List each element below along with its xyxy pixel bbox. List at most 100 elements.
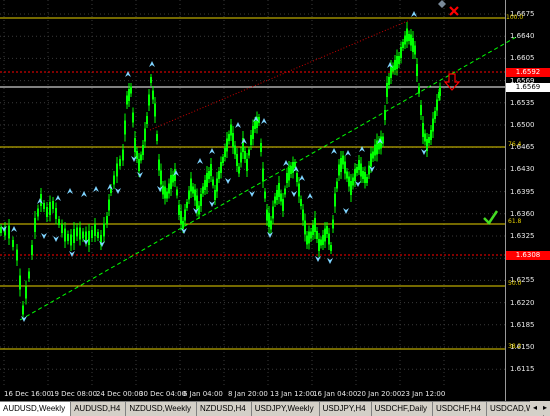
candle-body [282, 199, 284, 211]
candle-body [306, 235, 308, 245]
candle-body [414, 45, 416, 55]
candle-body [272, 206, 274, 219]
candle-body [138, 159, 140, 171]
candle-body [46, 207, 48, 217]
candle-body [410, 34, 412, 46]
candle-body [439, 87, 441, 96]
chart-tab[interactable]: USDCHF,H4 [433, 402, 487, 416]
chart-tab[interactable]: USDJPY,H4 [320, 402, 372, 416]
candle-body [158, 159, 160, 171]
chart-tab[interactable]: NZDUSD,H4 [197, 402, 252, 416]
candle-body [420, 105, 422, 115]
candle-body [132, 112, 134, 123]
tab-scroll-right-button[interactable]: ▸ [540, 401, 550, 415]
chart-tab[interactable]: AUDUSD,Weekly [0, 402, 72, 416]
fractal-down-icon [327, 258, 333, 264]
time-label: 24 Dec 00:00 [96, 390, 144, 398]
candle-body [260, 143, 262, 152]
candle-body [304, 220, 306, 235]
candle-body [206, 173, 208, 187]
fractal-up-icon [299, 175, 305, 181]
candle-body [302, 209, 304, 221]
candle-body [94, 224, 96, 236]
candle-body [168, 183, 170, 194]
candle-body [172, 174, 174, 183]
candle-body [232, 133, 234, 147]
chart-area[interactable]: 1.6675 1.6640 1.6605 1.6569 1.6535 1.6500 1.64… [0, 0, 550, 401]
time-label: 30 Dec 04:00 [139, 390, 187, 398]
candle-body [170, 175, 172, 189]
time-label: 23 Jan 12:00 [401, 390, 446, 398]
candle-body [55, 208, 57, 219]
chart-tab[interactable]: USDJPY,Weekly [252, 402, 320, 416]
candle-body [226, 138, 228, 152]
candle-body [384, 110, 386, 120]
chart-tab[interactable]: AUDUSD,H4 [71, 402, 127, 416]
candle-body [308, 231, 310, 244]
candle-body [280, 193, 282, 202]
chart-tab[interactable]: NZDUSD,Weekly [126, 402, 197, 416]
fractal-up-icon [11, 226, 17, 232]
candle-body [182, 221, 184, 229]
price-chart[interactable] [0, 0, 550, 401]
candle-body [310, 231, 312, 239]
chart-markers [438, 0, 499, 225]
candle-body [154, 103, 156, 117]
candle-body [288, 167, 290, 181]
candle-body [334, 193, 336, 207]
candle-body [82, 231, 84, 239]
candle-body [91, 230, 93, 238]
candle-body [202, 186, 204, 194]
candle-body [412, 38, 414, 52]
candle-body [228, 134, 230, 141]
candle-body [194, 189, 196, 201]
fractal-down-icon [421, 149, 427, 155]
candle-body [436, 99, 438, 111]
price-label: 1.6395 [510, 187, 535, 196]
fractal-up-icon [283, 160, 289, 166]
candle-body [16, 249, 18, 261]
candle-body [236, 154, 238, 166]
tab-scroll-left-button[interactable]: ◂ [530, 401, 540, 415]
candle-body [134, 138, 136, 152]
candle-body [240, 152, 242, 163]
fractal-up-icon [81, 191, 87, 197]
candle-body [208, 171, 210, 179]
candle-body [298, 183, 300, 197]
candle-body [340, 158, 342, 172]
candle-body [290, 166, 292, 174]
candle-body [362, 171, 364, 179]
candle-body [320, 239, 322, 246]
candle-body [366, 177, 368, 183]
candle-body [428, 137, 430, 143]
candle-body [322, 235, 324, 245]
diamond-marker-icon [438, 0, 446, 8]
candle-body [392, 65, 394, 72]
candle-body [140, 154, 142, 161]
chart-tab[interactable]: USDCHF,Daily [372, 402, 434, 416]
candle-body [31, 245, 33, 255]
candle-body [268, 213, 270, 227]
candle-body [190, 178, 192, 192]
candle-body [258, 117, 260, 123]
candle-body [388, 77, 390, 85]
candle-body [152, 90, 154, 100]
candle-body [212, 179, 214, 186]
candle-body [79, 227, 81, 240]
candle-body [218, 171, 220, 179]
candle-body [404, 35, 406, 45]
candle-body [276, 190, 278, 200]
price-label: 1.6605 [510, 54, 535, 63]
fractal-down-icon [115, 188, 121, 194]
fractal-down-icon [69, 251, 75, 257]
candle-body [52, 201, 54, 209]
close-x-icon [449, 6, 459, 16]
candle-body [318, 239, 320, 251]
candle-body [426, 139, 428, 151]
candle-body [67, 234, 69, 241]
fractal-up-icon [331, 148, 337, 154]
candle-body [204, 180, 206, 190]
candle-body [348, 176, 350, 187]
chart-tab-bar: AUDUSD,Weekly AUDUSD,H4 NZDUSD,Weekly NZDUS… [0, 401, 550, 416]
candle-body [128, 89, 130, 101]
